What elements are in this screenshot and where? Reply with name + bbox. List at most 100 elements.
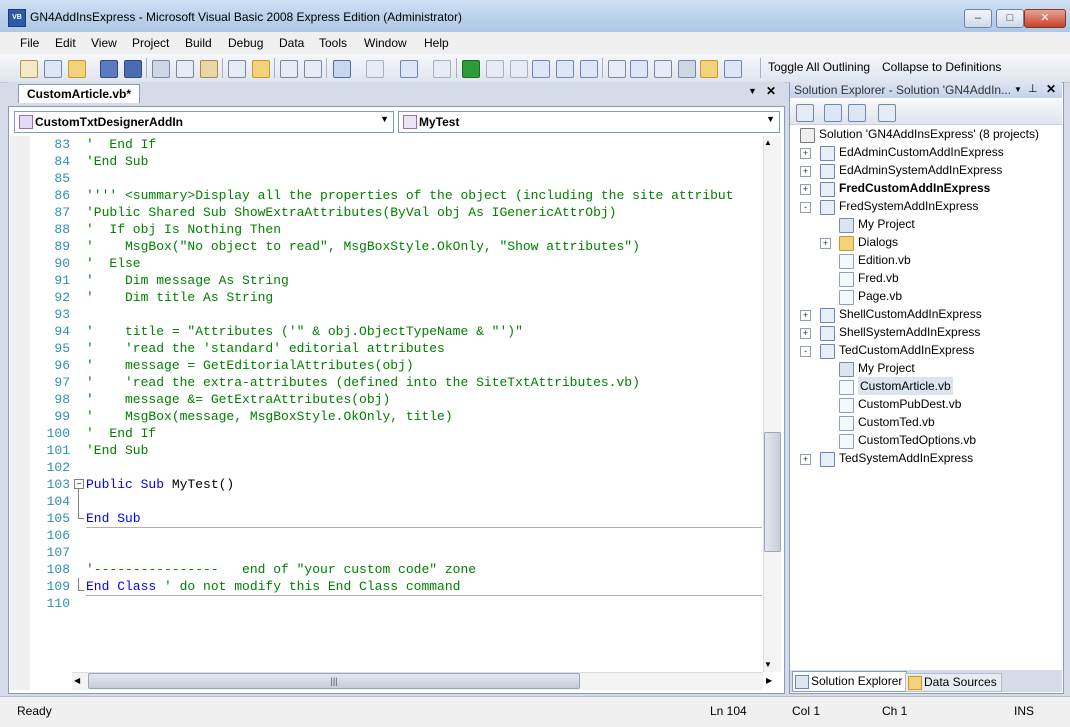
- uncomment-lines-icon[interactable]: [304, 60, 322, 78]
- code-line[interactable]: ' 'read the 'standard' editorial attribu…: [86, 341, 445, 356]
- navigate-backward-icon[interactable]: [400, 60, 418, 78]
- code-line[interactable]: ' Else: [86, 256, 141, 271]
- comment-lines-icon[interactable]: [280, 60, 298, 78]
- scroll-up-icon[interactable]: ▲: [764, 138, 772, 147]
- expand-icon[interactable]: +: [800, 310, 811, 321]
- horizontal-scroll-thumb[interactable]: |||: [88, 673, 580, 689]
- menu-view[interactable]: View: [91, 36, 117, 50]
- pin-icon[interactable]: ⊥: [1028, 82, 1038, 95]
- redo-icon[interactable]: [366, 60, 384, 78]
- tree-item[interactable]: FredSystemAddInExpress: [839, 197, 978, 215]
- solution-explorer-icon[interactable]: [608, 60, 626, 78]
- expand-icon[interactable]: +: [800, 148, 811, 159]
- pause-icon[interactable]: [486, 60, 504, 78]
- step-over-icon[interactable]: [556, 60, 574, 78]
- expand-icon[interactable]: +: [800, 166, 811, 177]
- tree-item[interactable]: CustomArticle.vb: [858, 377, 953, 395]
- close-panel-icon[interactable]: ✕: [1046, 82, 1056, 96]
- save-all-icon[interactable]: [124, 60, 142, 78]
- collapse-icon[interactable]: -: [800, 346, 811, 357]
- error-list-icon[interactable]: [700, 60, 718, 78]
- stop-icon[interactable]: [510, 60, 528, 78]
- method-name-combo[interactable]: MyTest ▼: [398, 111, 780, 133]
- code-line[interactable]: '---------------- end of "your custom co…: [86, 562, 476, 577]
- code-line[interactable]: ' Dim title As String: [86, 290, 273, 305]
- collapse-icon[interactable]: -: [800, 202, 811, 213]
- code-line[interactable]: ' message &= GetExtraAttributes(obj): [86, 392, 390, 407]
- object-browser-icon[interactable]: [654, 60, 672, 78]
- step-into-icon[interactable]: [532, 60, 550, 78]
- view-code-icon[interactable]: [878, 104, 896, 122]
- properties-window-icon[interactable]: [630, 60, 648, 78]
- scroll-left-icon[interactable]: ◀: [74, 676, 80, 685]
- tree-item[interactable]: Solution 'GN4AddInsExpress' (8 projects): [819, 125, 1039, 143]
- menu-tools[interactable]: Tools: [319, 36, 347, 50]
- indicator-margin[interactable]: [10, 136, 30, 690]
- code-line[interactable]: ' MsgBox("No object to read", MsgBoxStyl…: [86, 239, 640, 254]
- close-tab-icon[interactable]: ✕: [766, 84, 776, 98]
- code-line[interactable]: ' message = GetEditorialAttributes(obj): [86, 358, 414, 373]
- code-line[interactable]: ' title = "Attributes ('" & obj.ObjectTy…: [86, 324, 523, 339]
- menu-project[interactable]: Project: [132, 36, 169, 50]
- code-line[interactable]: 'End Sub: [86, 154, 148, 169]
- expand-icon[interactable]: +: [800, 328, 811, 339]
- new-project-icon[interactable]: [20, 60, 38, 78]
- tree-item[interactable]: My Project: [858, 215, 915, 233]
- tree-item[interactable]: CustomTed.vb: [858, 413, 935, 431]
- toolbox-icon[interactable]: [678, 60, 696, 78]
- code-line[interactable]: ' End If: [86, 137, 156, 152]
- tree-item[interactable]: EdAdminSystemAddInExpress: [839, 161, 1002, 179]
- tree-item[interactable]: Page.vb: [858, 287, 902, 305]
- menu-help[interactable]: Help: [424, 36, 449, 50]
- close-button[interactable]: ✕: [1024, 9, 1066, 28]
- scroll-down-icon[interactable]: ▼: [764, 660, 772, 669]
- maximize-button[interactable]: □: [996, 9, 1024, 28]
- menu-file[interactable]: File: [20, 36, 39, 50]
- expand-icon[interactable]: +: [800, 454, 811, 465]
- tree-item[interactable]: CustomTedOptions.vb: [858, 431, 976, 449]
- save-icon[interactable]: [100, 60, 118, 78]
- code-line[interactable]: ' If obj Is Nothing Then: [86, 222, 281, 237]
- start-debugging-icon[interactable]: [462, 60, 480, 78]
- chevron-down-icon[interactable]: ▼: [1014, 85, 1022, 94]
- collapse-to-definitions-button[interactable]: Collapse to Definitions: [882, 60, 1001, 74]
- toggle-all-outlining-button[interactable]: Toggle All Outlining: [768, 60, 870, 74]
- menu-debug[interactable]: Debug: [228, 36, 263, 50]
- menu-build[interactable]: Build: [185, 36, 212, 50]
- collapse-region-icon[interactable]: −: [74, 479, 84, 489]
- menu-data[interactable]: Data: [279, 36, 304, 50]
- expand-icon[interactable]: +: [800, 184, 811, 195]
- navigate-forward-icon[interactable]: [433, 60, 451, 78]
- tab-customarticle[interactable]: CustomArticle.vb*: [18, 84, 141, 103]
- tree-item[interactable]: FredCustomAddInExpress: [839, 179, 990, 197]
- vertical-scroll-thumb[interactable]: [764, 432, 781, 552]
- tab-solution-explorer[interactable]: Solution Explorer: [792, 671, 908, 692]
- tree-item[interactable]: CustomPubDest.vb: [858, 395, 961, 413]
- scroll-right-icon[interactable]: ▶: [766, 676, 772, 685]
- tab-dropdown-icon[interactable]: ▼: [748, 86, 757, 96]
- code-line[interactable]: ' 'read the extra-attributes (defined in…: [86, 375, 640, 390]
- find-icon[interactable]: [228, 60, 246, 78]
- code-line[interactable]: ' End If: [86, 426, 156, 441]
- code-line[interactable]: 'End Sub: [86, 443, 148, 458]
- code-area[interactable]: ' End If 'End Sub '''' <summary>Display al…: [72, 136, 762, 690]
- expand-icon[interactable]: +: [820, 238, 831, 249]
- code-line[interactable]: '''' <summary>Display all the properties…: [86, 188, 734, 203]
- class-name-combo[interactable]: CustomTxtDesignerAddIn ▼: [14, 111, 394, 133]
- code-line[interactable]: End Class ' do not modify this End Class…: [86, 579, 460, 594]
- step-out-icon[interactable]: [580, 60, 598, 78]
- tree-item[interactable]: EdAdminCustomAddInExpress: [839, 143, 1004, 161]
- minimize-button[interactable]: –: [964, 9, 992, 28]
- tree-item[interactable]: TedSystemAddInExpress: [839, 449, 973, 467]
- menu-edit[interactable]: Edit: [55, 36, 76, 50]
- tree-item[interactable]: ShellSystemAddInExpress: [839, 323, 980, 341]
- add-item-icon[interactable]: [44, 60, 62, 78]
- tree-item[interactable]: My Project: [858, 359, 915, 377]
- tree-item[interactable]: TedCustomAddInExpress: [839, 341, 974, 359]
- other-windows-icon[interactable]: [724, 60, 742, 78]
- find-in-files-icon[interactable]: [252, 60, 270, 78]
- code-line[interactable]: 'Public Shared Sub ShowExtraAttributes(B…: [86, 205, 617, 220]
- code-line[interactable]: Public Sub MyTest(): [86, 477, 234, 492]
- open-file-icon[interactable]: [68, 60, 86, 78]
- properties-icon[interactable]: [796, 104, 814, 122]
